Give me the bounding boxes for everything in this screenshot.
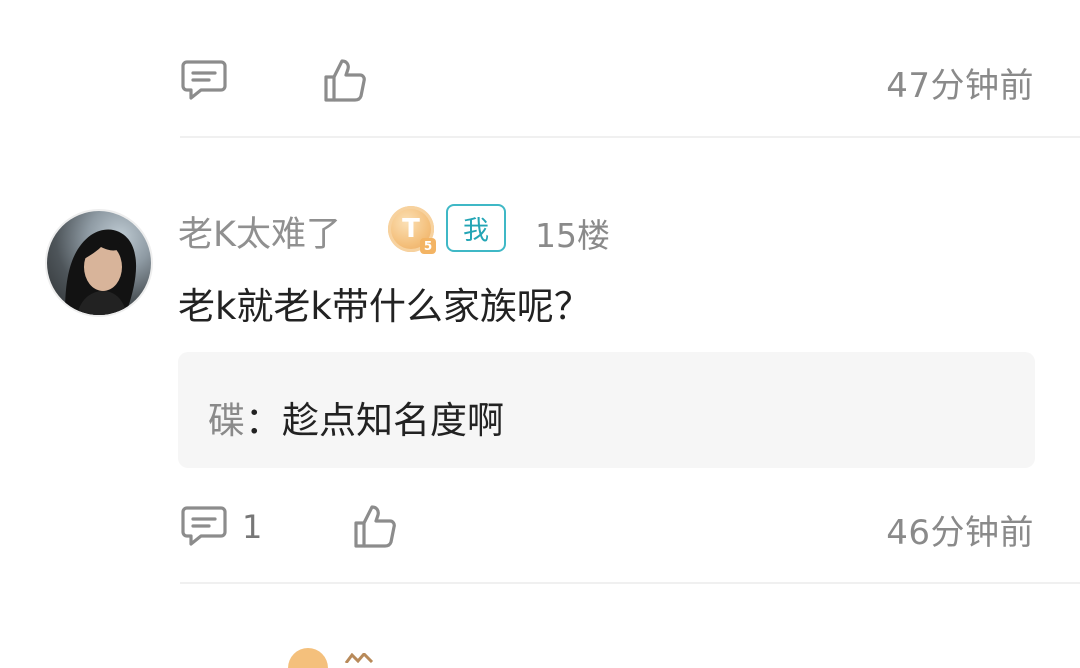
reply-icon[interactable] (180, 502, 228, 550)
avatar[interactable] (47, 211, 151, 315)
divider (180, 582, 1080, 584)
like-icon[interactable] (322, 56, 368, 104)
floor-number: 15楼 (535, 216, 610, 255)
username[interactable]: 老K太难了 (178, 206, 341, 257)
reply-count: 1 (242, 508, 263, 546)
next-comment-badge (344, 648, 376, 664)
me-badge: 我 (446, 204, 506, 252)
comment-icon[interactable] (180, 56, 228, 104)
next-comment-level-badge (288, 648, 328, 668)
comment-time: 47分钟前 (886, 66, 1034, 106)
level-badge-number: 5 (420, 238, 436, 254)
level-badge: T 5 (388, 206, 436, 254)
reply-text: 趁点知名度啊 (282, 399, 504, 442)
reply-preview[interactable]: 碟：趁点知名度啊 (178, 352, 1035, 468)
reply-separator: ： (245, 399, 282, 442)
divider (180, 136, 1080, 138)
level-badge-letter: T (402, 214, 420, 244)
reply-author[interactable]: 碟 (208, 399, 245, 442)
comment-text: 老k就老k带什么家族呢？ (178, 285, 591, 328)
like-icon[interactable] (352, 502, 398, 550)
comment-time: 46分钟前 (886, 513, 1034, 553)
